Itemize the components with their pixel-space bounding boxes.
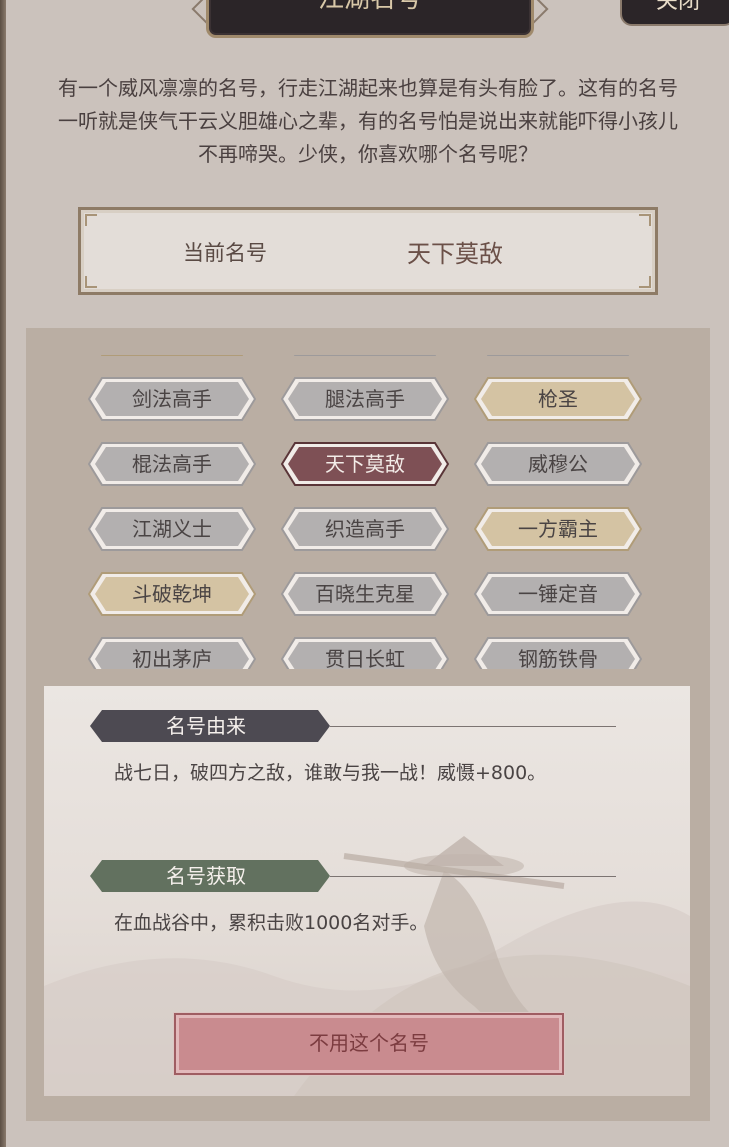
title-tag[interactable]: 枪圣: [474, 377, 642, 421]
title-tag-selected[interactable]: 天下莫敌: [281, 442, 449, 486]
title-tag-label: 棍法高手: [132, 452, 212, 476]
tag-frame: [293, 355, 437, 356]
title-tag-label: 一锤定音: [518, 582, 598, 606]
title-tag[interactable]: 钢筋铁骨: [474, 637, 642, 669]
title-tag[interactable]: 一方霸主: [474, 507, 642, 551]
unequip-title-button-label: 不用这个名号: [309, 1031, 429, 1055]
title-tag[interactable]: 百晓生克星: [281, 572, 449, 616]
acquire-text: 在血战谷中，累积击败1000名对手。: [114, 912, 429, 934]
title-tag[interactable]: 威穆公: [474, 442, 642, 486]
title-tag[interactable]: [281, 355, 449, 356]
tag-frame: [100, 355, 244, 356]
title-info-card: 名号由来 战七日，破四方之敌，谁敢与我一战！威慑+800。 名号获取 在血战谷中…: [44, 686, 690, 1096]
title-tag[interactable]: 剑法高手: [88, 377, 256, 421]
intro-text: 有一个威风凛凛的名号，行走江湖起来也算是有头有脸了。这有的名号一听就是侠气干云义…: [58, 76, 678, 166]
title-tag-label: 贯日长虹: [325, 647, 405, 669]
panel-left-border: [0, 0, 6, 1147]
origin-text: 战七日，破四方之敌，谁敢与我一战！威慑+800。: [114, 762, 547, 784]
titles-grid[interactable]: 剑法高手 腿法高手 枪圣棍法高手 天下莫敌 威穆公江湖义士 织造高手 一方霸主斗破乾坤 百晓生…: [26, 355, 710, 669]
close-button[interactable]: 关闭: [620, 0, 729, 26]
title-tag-label: 初出茅庐: [132, 647, 212, 669]
title-tag-label: 斗破乾坤: [132, 582, 212, 606]
tag-frame: [486, 355, 630, 356]
title-tag[interactable]: [474, 355, 642, 356]
corner-ornament: [639, 214, 651, 226]
title-tag-label: 天下莫敌: [325, 452, 405, 476]
title-tag-label: 百晓生克星: [315, 582, 415, 606]
title-tag[interactable]: 初出茅庐: [88, 637, 256, 669]
acquire-heading-text: 名号获取: [166, 864, 246, 888]
title-tag-label: 剑法高手: [132, 387, 212, 411]
close-button-label: 关闭: [655, 0, 700, 14]
title-tag-label: 威穆公: [528, 452, 588, 476]
title-tag[interactable]: 江湖义士: [88, 507, 256, 551]
panel-title-text: 江湖名号: [209, 0, 531, 12]
divider-line: [330, 876, 616, 877]
current-title-label: 当前名号: [183, 241, 267, 265]
title-tag[interactable]: 腿法高手: [281, 377, 449, 421]
origin-heading-text: 名号由来: [166, 714, 246, 738]
title-tag-label: 一方霸主: [518, 517, 598, 541]
divider-line: [330, 726, 616, 727]
origin-heading: 名号由来: [90, 710, 330, 742]
corner-ornament: [85, 214, 97, 226]
title-tag-label: 江湖义士: [132, 517, 212, 541]
title-panel: 江湖名号 关闭 有一个威风凛凛的名号，行走江湖起来也算是有头有脸了。这有的名号一…: [0, 0, 729, 1147]
acquire-heading: 名号获取: [90, 860, 330, 892]
current-title-value: 天下莫敌: [407, 240, 503, 268]
corner-ornament: [639, 276, 651, 288]
title-tag-label: 织造高手: [325, 517, 405, 541]
title-tag[interactable]: 织造高手: [281, 507, 449, 551]
panel-title: 江湖名号: [206, 0, 534, 38]
title-tag-label: 枪圣: [538, 387, 578, 411]
title-tag[interactable]: 斗破乾坤: [88, 572, 256, 616]
title-tag[interactable]: 棍法高手: [88, 442, 256, 486]
title-tag[interactable]: 贯日长虹: [281, 637, 449, 669]
current-title-box: 当前名号 天下莫敌: [78, 207, 658, 295]
corner-ornament: [85, 276, 97, 288]
title-tag-label: 钢筋铁骨: [518, 647, 598, 669]
title-tag[interactable]: 一锤定音: [474, 572, 642, 616]
unequip-title-button[interactable]: 不用这个名号: [174, 1013, 564, 1075]
title-tag-label: 腿法高手: [325, 387, 405, 411]
title-tag[interactable]: [88, 355, 256, 356]
